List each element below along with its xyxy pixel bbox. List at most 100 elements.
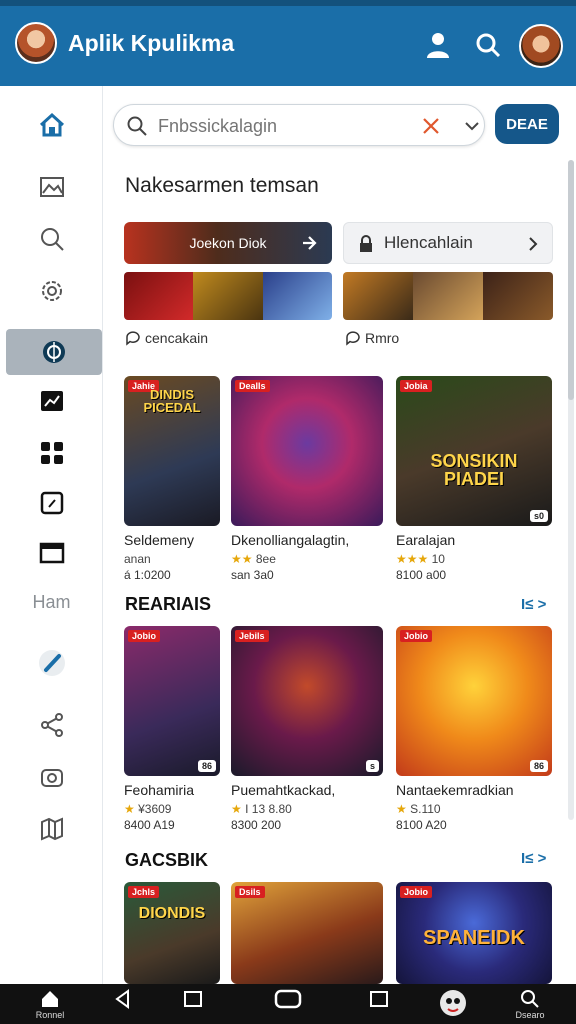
game-badge: s0 [529, 510, 548, 522]
nav-search-label: Dsearo [515, 1010, 545, 1020]
game-thumbnail: Dealls [231, 376, 383, 526]
scrollbar-thumb[interactable] [568, 160, 574, 400]
row-title: REARIAIS [125, 594, 212, 614]
bottom-nav: Ronnel Dsearo [0, 984, 576, 1024]
game-price: 8100 A20 [396, 818, 447, 832]
section-title: Nakesarmen temsan [125, 174, 319, 197]
share-icon[interactable] [0, 702, 103, 748]
game-rating: ★ I 13 8.80 [231, 802, 292, 816]
game-price: á 1:0200 [124, 568, 171, 582]
rating-stars: ★ [124, 802, 135, 816]
game-tag: Jobio [400, 886, 432, 898]
nav-home[interactable]: Ronnel [28, 988, 72, 1024]
game-price: 8100 a00 [396, 568, 447, 582]
game-art-title: SPANEIDK [423, 927, 525, 949]
clear-icon[interactable] [420, 115, 442, 137]
promo-banner-left[interactable]: Joekon Diok [124, 222, 332, 264]
game-rating: ★ S.110 [396, 802, 441, 816]
chip-right-label: Rmro [365, 330, 400, 346]
game-avatar-icon[interactable] [438, 988, 468, 1024]
rating-count: S.110 [410, 802, 441, 816]
apps-grid-icon[interactable] [0, 430, 103, 476]
search-person-icon[interactable] [0, 216, 103, 262]
chip-left[interactable]: cencakain [125, 330, 208, 346]
game-thumbnail: Jobio SPANEIDK [396, 882, 552, 984]
game-price: san 3a0 [231, 568, 274, 582]
game-badge: s [365, 760, 379, 772]
game-badge: 86 [197, 760, 216, 772]
arrow-right-icon [303, 236, 317, 250]
game-tag: Jobia [400, 380, 432, 392]
square-icon[interactable] [182, 988, 204, 1024]
chip-right[interactable]: Rmro [345, 330, 399, 346]
game-art-title: DINDIS PICEDAL [143, 387, 201, 415]
edit-pen-icon[interactable] [0, 640, 103, 686]
game-thumbnail: Jobia SONSIKIN PIADEI s0 [396, 376, 552, 526]
game-tag: Jebils [235, 630, 269, 642]
featured-strip-right[interactable] [343, 272, 553, 320]
home-icon [42, 991, 58, 1007]
game-tag: Dsils [235, 886, 265, 898]
rating-count: I 13 8.80 [245, 802, 292, 816]
game-thumbnail: Jobio 86 [396, 626, 552, 776]
promo-banner-right[interactable]: Hlencahlain [343, 222, 553, 264]
settings-icon[interactable] [0, 268, 103, 314]
back-icon[interactable] [112, 988, 134, 1024]
rating-stars: ★★ [231, 552, 253, 566]
game-tag: Jchls [128, 886, 160, 898]
lock-icon [360, 235, 372, 252]
see-more-link[interactable]: I≤ > [521, 850, 546, 867]
sidebar-label: Ham [32, 592, 71, 612]
game-thumbnail: Jchls DIONDIS [124, 882, 220, 984]
promo-left-label: Joekon Diok [189, 235, 267, 251]
game-rating: ★★★ 10 [396, 552, 445, 566]
sidebar: Ham [0, 86, 103, 984]
rating-stars: ★★★ [396, 552, 429, 566]
nav-search[interactable]: Dsearo [508, 988, 552, 1024]
rating-stars: ★ [231, 802, 242, 816]
profile-avatar[interactable] [519, 24, 563, 68]
promo-right-label: Hlencahlain [384, 233, 473, 252]
search-icon [126, 115, 148, 137]
rating-count: 10 [431, 552, 445, 566]
game-art-title: DIONDIS [138, 905, 206, 922]
rating-count: 8ee [255, 552, 276, 566]
game-name: Feohamiria [124, 782, 195, 798]
game-price: 8400 A19 [124, 818, 175, 832]
game-name: Earalajan [396, 532, 456, 548]
game-thumbnail: Jobio 86 [124, 626, 220, 776]
recent-apps-icon[interactable] [368, 988, 390, 1024]
game-thumbnail: Jebils s [231, 626, 383, 776]
home-button-icon[interactable] [274, 988, 302, 1024]
image-icon[interactable] [0, 164, 103, 210]
deal-button[interactable]: DEAE [495, 104, 559, 144]
search-input[interactable] [158, 113, 408, 139]
explore-icon[interactable] [6, 329, 102, 375]
app-title: Aplik Kpulikma [68, 30, 235, 56]
app-avatar[interactable] [15, 22, 57, 64]
game-art-title: SONSIKIN PIADEI [430, 451, 518, 489]
see-more-link[interactable]: I≤ > [521, 596, 546, 613]
camera-icon[interactable] [0, 754, 103, 800]
inbox-icon[interactable] [0, 530, 103, 576]
game-name: Puemahtkackad, [231, 782, 336, 798]
rating-count: ¥3609 [138, 802, 172, 816]
trending-icon[interactable] [0, 378, 103, 424]
search-icon[interactable] [474, 30, 502, 60]
chevron-down-icon[interactable] [462, 115, 482, 137]
bookmark-icon[interactable] [0, 480, 103, 526]
featured-strip-left[interactable] [124, 272, 332, 320]
map-icon[interactable] [0, 806, 103, 852]
search-bar[interactable] [113, 104, 485, 146]
game-tag: Jobio [128, 630, 160, 642]
scrollbar[interactable] [568, 160, 574, 820]
row-title: GACSBIK [125, 850, 209, 870]
home-icon[interactable] [0, 102, 103, 148]
top-bar: Aplik Kpulikma [0, 0, 576, 86]
game-subtitle: anan [124, 552, 151, 566]
game-badge: 86 [529, 760, 548, 772]
game-name: Seldemeny [124, 532, 195, 548]
user-icon[interactable] [424, 30, 452, 60]
game-thumbnail: Dsils [231, 882, 383, 984]
game-name: Dkenolliangalagtin, [231, 532, 350, 548]
